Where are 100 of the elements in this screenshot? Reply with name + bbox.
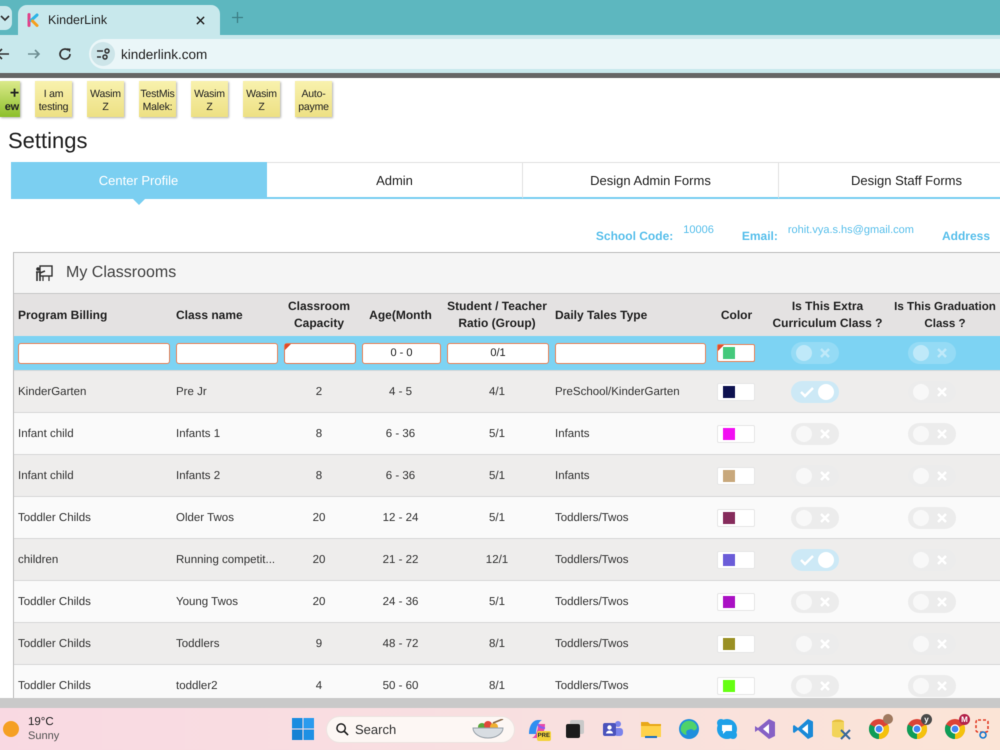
toggle-switch[interactable]: [790, 548, 838, 570]
sticky-note[interactable]: Wasim Z: [87, 81, 124, 117]
ratio-cell-text: 4/1: [488, 386, 506, 398]
age-range-cell-text: 12 - 24: [382, 512, 420, 524]
settings-tab[interactable]: Design Admin Forms: [523, 162, 779, 199]
logo-icon: [27, 13, 39, 27]
sticky-note[interactable]: Wasim Z: [243, 81, 280, 117]
new-note-button[interactable]: + ew: [0, 81, 20, 117]
ratio-input[interactable]: 0/1: [447, 342, 549, 364]
column-header: Is This Extra Curriculum Class ?: [771, 298, 884, 332]
color-picker[interactable]: [716, 344, 754, 362]
daily-tales-type-cell-text: Toddlers/Twos: [554, 554, 630, 566]
column-header: Student / Teacher Ratio (Group): [446, 298, 548, 332]
age-range-cell-text: 24 - 36: [382, 596, 420, 608]
daily-tales-type-cell-text: Toddlers/Twos: [554, 638, 630, 650]
code-editor-icon[interactable]: [792, 718, 814, 740]
avatar-icon: [883, 714, 893, 724]
profile-badge: y: [921, 714, 932, 725]
info-value: rohit.vya.s.hs@gmail.com: [788, 224, 914, 236]
column-header: Class name: [175, 306, 244, 324]
ratio-cell-text: 8/1: [488, 680, 506, 692]
daily-tales-type-cell-text: Infants: [554, 470, 591, 482]
toggle-switch[interactable]: [908, 342, 956, 364]
capacity-cell-text: 8: [314, 428, 324, 440]
site-settings-icon[interactable]: [91, 42, 115, 66]
class-name-cell-text: toddler2: [175, 680, 219, 692]
capacity-cell-text: 8: [314, 470, 324, 482]
class-name-cell-text: Infants 2: [175, 470, 222, 482]
chevron-icon[interactable]: [0, 6, 12, 30]
settings-tab[interactable]: Design Staff Forms: [779, 162, 1000, 199]
sticky-note[interactable]: I am testing: [35, 81, 72, 117]
toggle-switch[interactable]: [790, 380, 838, 402]
browser-tab[interactable]: KinderLink: [18, 5, 220, 35]
sun-icon[interactable]: [3, 721, 19, 737]
browser-icon[interactable]: [868, 718, 890, 740]
program-billing-cell-text: Toddler Childs: [17, 596, 92, 608]
capacity-input[interactable]: [284, 342, 356, 364]
age-range-cell-text: 4 - 5: [388, 386, 413, 398]
program-billing-input[interactable]: [18, 342, 170, 364]
class-name-cell-text: Toddlers: [175, 638, 220, 650]
program-billing-cell-text: Infant child: [17, 428, 75, 440]
temperature-text: 19°C: [28, 715, 55, 729]
daily-tales-type-input[interactable]: [555, 342, 706, 364]
capacity-cell-text: 2: [314, 386, 324, 398]
program-billing-cell-text: Toddler Childs: [17, 512, 92, 524]
required-corner-icon: [718, 345, 724, 351]
program-billing-cell-text: Toddler Childs: [17, 680, 92, 692]
ratio-cell-text: 5/1: [488, 470, 506, 482]
required-corner-icon: [285, 344, 291, 350]
sticky-note[interactable]: TestMis Malek:: [139, 81, 176, 117]
daily-tales-type-cell-text: Toddlers/Twos: [554, 596, 630, 608]
age-range-cell-text: 21 - 22: [382, 554, 420, 566]
info-value: 10006: [683, 224, 714, 236]
toggle-switch[interactable]: [908, 674, 956, 696]
ratio-cell-text: 5/1: [488, 596, 506, 608]
tab-pointer-icon: [132, 198, 146, 205]
sticky-note[interactable]: Wasim Z: [191, 81, 228, 117]
weather-condition-text: Sunny: [28, 729, 60, 743]
scissors-icon[interactable]: [975, 718, 989, 740]
database-tools-icon[interactable]: [830, 718, 852, 740]
daily-tales-type-cell-text: PreSchool/KinderGarten: [554, 386, 681, 398]
capacity-cell-text: 4: [314, 680, 324, 692]
close-icon[interactable]: [196, 16, 205, 24]
swirl-icon[interactable]: [678, 718, 700, 740]
start-icon[interactable]: [292, 718, 314, 740]
age-range-input[interactable]: 0 - 0: [362, 342, 441, 364]
column-header: Classroom Capacity: [286, 298, 352, 332]
window-stack-icon[interactable]: [564, 718, 586, 740]
toggle-switch[interactable]: [790, 674, 838, 696]
page-title: Settings: [8, 127, 88, 155]
daily-tales-type-cell-text: Toddlers/Twos: [554, 680, 630, 692]
class-name-cell-text: Pre Jr: [175, 386, 208, 398]
program-billing-cell-text: Toddler Childs: [17, 638, 92, 650]
address-bar[interactable]: kinderlink.com: [89, 39, 1000, 69]
taskbar-search-field[interactable]: Search: [326, 716, 515, 742]
back-arrow-icon[interactable]: [0, 47, 9, 61]
daily-tales-type-cell-text: Toddlers/Twos: [554, 512, 630, 524]
program-billing-cell-text: KinderGarten: [17, 386, 88, 398]
class-name-cell-text: Running competit...: [175, 554, 276, 566]
info-label: School Code:: [596, 228, 674, 242]
browser-icon[interactable]: [944, 718, 966, 740]
class-name-cell-text: Older Twos: [175, 512, 235, 524]
sticky-note[interactable]: Auto-payme: [295, 81, 332, 117]
ribbon-icon[interactable]: [754, 718, 776, 740]
daily-tales-type-cell-text: Infants: [554, 428, 591, 440]
panel-title: My Classrooms: [66, 264, 176, 282]
horizontal-scrollbar[interactable]: [0, 698, 1000, 708]
plus-icon[interactable]: [232, 12, 243, 23]
program-billing-cell-text: children: [17, 554, 60, 566]
column-header: Program Billing: [17, 306, 108, 324]
settings-tab[interactable]: Admin: [267, 162, 523, 199]
class-name-input[interactable]: [176, 342, 278, 364]
forward-arrow-icon[interactable]: [27, 47, 41, 61]
toggle-switch[interactable]: [790, 342, 838, 364]
chat-bubble-icon[interactable]: [716, 718, 738, 740]
capacity-cell-text: 20: [312, 512, 326, 524]
ratio-cell-text: 5/1: [488, 512, 506, 524]
reload-icon[interactable]: [58, 47, 72, 61]
browser-icon[interactable]: [906, 718, 928, 740]
ratio-cell-text: 5/1: [488, 428, 506, 440]
